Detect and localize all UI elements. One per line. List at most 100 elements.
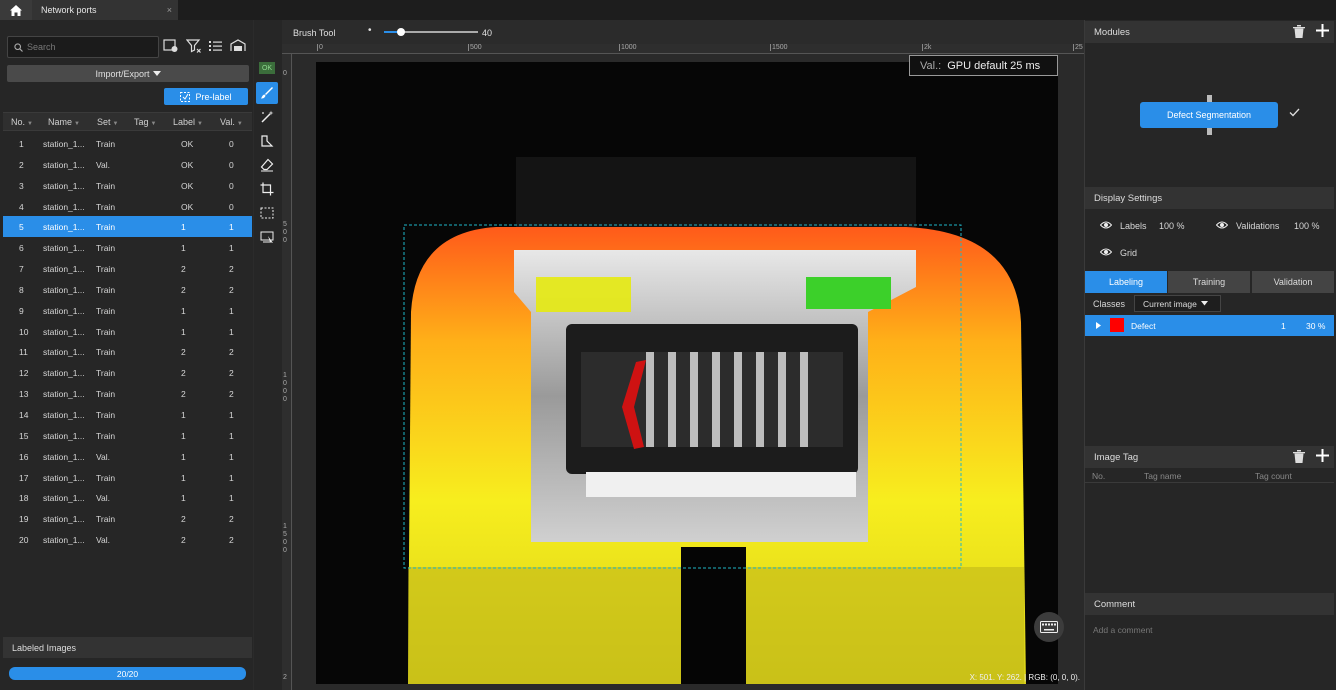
pre-label-button[interactable]: Pre-label <box>164 88 248 105</box>
tab-close-icon[interactable]: × <box>167 5 172 15</box>
table-row[interactable]: 10 station_1... Train 1 1 <box>3 321 252 342</box>
table-row[interactable]: 15 station_1... Train 1 1 <box>3 425 252 446</box>
home-button[interactable] <box>0 0 32 20</box>
keyboard-shortcuts-button[interactable] <box>1034 612 1064 642</box>
comment-input[interactable]: Add a comment <box>1093 625 1328 639</box>
ok-badge[interactable]: OK <box>259 62 275 74</box>
ruler-tick: 1500 <box>770 44 788 51</box>
caret-down-icon <box>152 70 161 76</box>
add-tag-icon[interactable] <box>1316 449 1329 464</box>
col-name[interactable]: Name ▼ <box>48 117 80 127</box>
cell-val: 0 <box>229 201 234 212</box>
classes-scope-select[interactable]: Current image <box>1134 295 1221 312</box>
table-row[interactable]: 16 station_1... Val. 1 1 <box>3 446 252 467</box>
cell-name: station_1... <box>43 180 85 191</box>
list-view-icon[interactable] <box>208 38 224 54</box>
image-table-body: 1 station_1... Train OK 0 2 station_1... Val. OK… <box>3 133 252 550</box>
image-filter-icon[interactable] <box>163 38 179 54</box>
validations-opacity[interactable]: 100 % <box>1294 221 1320 231</box>
table-row[interactable]: 18 station_1... Val. 1 1 <box>3 487 252 508</box>
col-label[interactable]: Label ▼ <box>173 117 203 127</box>
progress-text: 20/20 <box>116 668 139 679</box>
labels-eye-icon[interactable] <box>1099 221 1113 231</box>
brush-size-slider[interactable] <box>384 28 478 36</box>
col-val[interactable]: Val. ▼ <box>220 117 243 127</box>
col-no[interactable]: No. ▼ <box>11 117 33 127</box>
cell-label: 2 <box>181 514 186 525</box>
labels-text: Labels <box>1120 221 1147 231</box>
cell-set: Train <box>96 305 116 316</box>
table-row[interactable]: 17 station_1... Train 1 1 <box>3 467 252 488</box>
polygon-tool-button[interactable] <box>256 130 278 152</box>
delete-tag-icon[interactable] <box>1293 450 1305 465</box>
crop-tool-button[interactable] <box>256 178 278 200</box>
table-row[interactable]: 9 station_1... Train 1 1 <box>3 300 252 321</box>
module-connector-bottom <box>1207 128 1212 135</box>
brush-tool-button[interactable] <box>256 82 278 104</box>
col-tag[interactable]: Tag ▼ <box>134 117 156 127</box>
filter-icon[interactable] <box>185 38 202 54</box>
rect-select-button[interactable] <box>256 202 278 224</box>
cell-label: 1 <box>181 451 186 462</box>
cell-set: Train <box>96 201 116 212</box>
tab-validation[interactable]: Validation <box>1252 271 1334 293</box>
tab-network-ports[interactable]: Network ports × <box>32 0 178 20</box>
eraser-tool-button[interactable] <box>256 154 278 176</box>
import-export-button[interactable]: Import/Export <box>7 65 249 82</box>
brush-size-handle[interactable] <box>396 28 405 36</box>
app-root: Network ports × Search Import/Export Pre… <box>0 0 1336 690</box>
cell-val: 1 <box>229 305 234 316</box>
table-row[interactable]: 6 station_1... Train 1 1 <box>3 237 252 258</box>
table-row[interactable]: 20 station_1... Val. 2 2 <box>3 529 252 550</box>
grid-eye-icon[interactable] <box>1099 248 1113 258</box>
cell-name: station_1... <box>43 264 85 275</box>
cell-val: 1 <box>229 222 234 233</box>
cell-label: 1 <box>181 472 186 483</box>
expand-icon[interactable] <box>1096 322 1101 329</box>
cell-label: 1 <box>181 305 186 316</box>
tab-labeling[interactable]: Labeling <box>1085 271 1167 293</box>
delete-module-icon[interactable] <box>1293 25 1305 40</box>
table-row[interactable]: 4 station_1... Train OK 0 <box>3 196 252 217</box>
tab-training[interactable]: Training <box>1168 271 1250 293</box>
cell-no: 5 <box>19 222 24 233</box>
cell-set: Train <box>96 430 116 441</box>
cell-set: Train <box>96 243 116 254</box>
cell-no: 8 <box>19 284 24 295</box>
table-row[interactable]: 2 station_1... Val. OK 0 <box>3 154 252 175</box>
cell-val: 0 <box>229 159 234 170</box>
labels-opacity[interactable]: 100 % <box>1159 221 1185 231</box>
table-row[interactable]: 5 station_1... Train 1 1 <box>3 216 252 238</box>
polygon-icon <box>261 135 274 147</box>
network-port-image[interactable] <box>316 62 1058 684</box>
table-row[interactable]: 11 station_1... Train 2 2 <box>3 341 252 362</box>
module-check-icon <box>1289 108 1300 119</box>
table-row[interactable]: 1 station_1... Train OK 0 <box>3 133 252 154</box>
table-row[interactable]: 13 station_1... Train 2 2 <box>3 383 252 404</box>
cell-label: 1 <box>181 326 186 337</box>
cell-name: station_1... <box>43 493 85 504</box>
table-row[interactable]: 3 station_1... Train OK 0 <box>3 175 252 196</box>
cell-set: Train <box>96 389 116 400</box>
cell-no: 9 <box>19 305 24 316</box>
labeled-progress-bar: 20/20 <box>9 667 246 680</box>
table-row[interactable]: 19 station_1... Train 2 2 <box>3 508 252 529</box>
cell-no: 16 <box>19 451 29 462</box>
add-module-icon[interactable] <box>1316 24 1329 39</box>
table-row[interactable]: 14 station_1... Train 1 1 <box>3 404 252 425</box>
table-row[interactable]: 7 station_1... Train 2 2 <box>3 258 252 279</box>
validations-eye-icon[interactable] <box>1215 221 1229 231</box>
table-row[interactable]: 12 station_1... Train 2 2 <box>3 362 252 383</box>
cell-name: station_1... <box>43 201 85 212</box>
col-set[interactable]: Set ▼ <box>97 117 118 127</box>
region-tool-button[interactable] <box>256 226 278 248</box>
defect-segmentation-module[interactable]: Defect Segmentation <box>1140 102 1278 128</box>
dataset-icon[interactable] <box>230 38 246 54</box>
search-input[interactable]: Search <box>7 36 159 58</box>
table-row[interactable]: 8 station_1... Train 2 2 <box>3 279 252 300</box>
table-header: No. ▼ Name ▼ Set ▼ Tag ▼ Label ▼ Val. ▼ <box>3 112 252 131</box>
class-row-defect[interactable]: Defect 1 30 % <box>1085 315 1334 336</box>
cell-name: station_1... <box>43 159 85 170</box>
magic-wand-button[interactable] <box>256 106 278 128</box>
class-color-swatch[interactable] <box>1110 318 1124 332</box>
